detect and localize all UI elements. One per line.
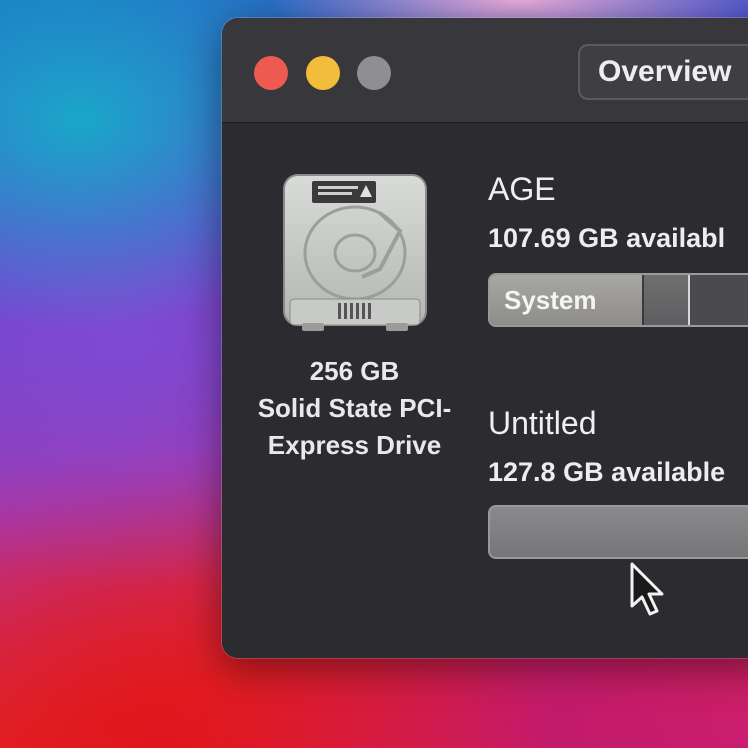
- volume-name-age: AGE: [488, 171, 556, 207]
- drive-info: 256 GB Solid State PCI- Express Drive: [232, 353, 477, 464]
- about-this-mac-window: Overview 256 GB Solid State PCI- Express…: [222, 18, 748, 658]
- volume-name-untitled: Untitled: [488, 405, 597, 441]
- storage-pane: 256 GB Solid State PCI- Express Drive AG…: [222, 123, 748, 658]
- hard-drive-icon: [283, 174, 427, 331]
- storage-bar-age[interactable]: System: [488, 273, 748, 327]
- minimize-button[interactable]: [306, 56, 340, 90]
- drive-name-line1: Solid State PCI-: [257, 393, 452, 423]
- title-bar: Overview: [222, 18, 748, 123]
- volume-available-age: 107.69 GB availabl: [488, 223, 726, 253]
- storage-segment-label: System: [504, 285, 597, 315]
- volume-available-untitled: 127.8 GB available: [488, 457, 726, 487]
- tab-overview[interactable]: Overview: [578, 44, 748, 100]
- close-button[interactable]: [254, 56, 288, 90]
- drive-name-line2: Express Drive: [267, 430, 442, 460]
- mouse-pointer-icon: [630, 562, 664, 616]
- zoom-button[interactable]: [357, 56, 391, 90]
- storage-segment-other[interactable]: [641, 275, 690, 325]
- storage-bar-untitled[interactable]: [488, 505, 748, 559]
- drive-capacity: 256 GB: [309, 356, 400, 386]
